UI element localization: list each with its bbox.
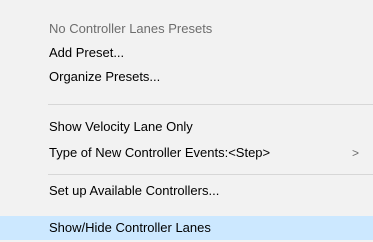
menu-separator [48,104,373,105]
menu-item-no-controller-lanes-presets: No Controller Lanes Presets [49,21,213,36]
menu-separator [48,174,373,175]
menu-item-set-up-available-controllers[interactable]: Set up Available Controllers... [0,179,373,203]
menu-item-type-of-new-controller-events[interactable]: Type of New Controller Events:<Step> > [0,141,373,165]
chevron-right-icon: > [351,146,359,160]
menu-item-organize-presets[interactable]: Organize Presets... [0,65,373,89]
context-menu: No Controller Lanes Presets Add Preset..… [0,0,373,242]
menu-item-show-hide-controller-lanes[interactable]: Show/Hide Controller Lanes [0,216,373,240]
menu-item-show-velocity-lane-only[interactable]: Show Velocity Lane Only [0,115,373,139]
menu-item-add-preset[interactable]: Add Preset... [0,41,373,65]
menu-item-label: Type of New Controller Events:<Step> [49,145,271,160]
